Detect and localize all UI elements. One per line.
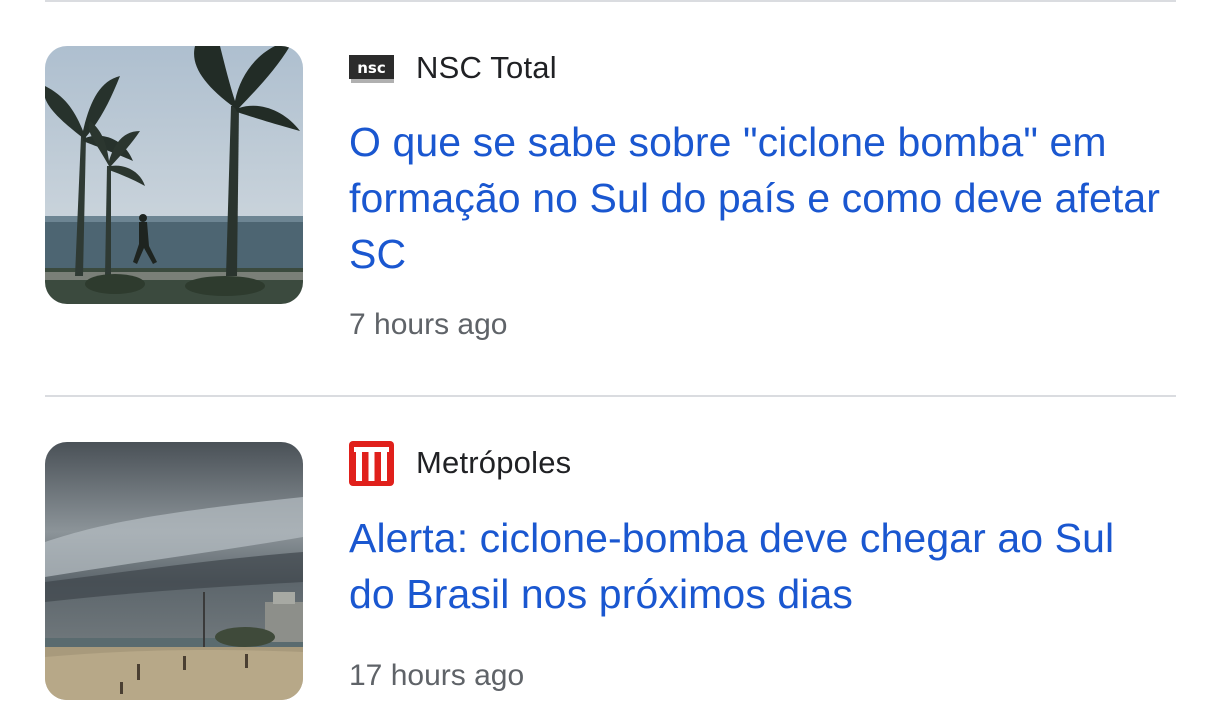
nsc-logo-icon: nsc — [349, 54, 394, 83]
metropoles-logo-icon — [349, 440, 394, 486]
source-row[interactable]: Metrópoles — [349, 440, 572, 486]
palm-trees-seaside-image — [45, 46, 303, 304]
article-timestamp: 7 hours ago — [349, 308, 508, 341]
source-row[interactable]: nsc NSC Total — [349, 46, 557, 90]
nsc-logo-text: nsc — [357, 59, 386, 77]
article-headline[interactable]: O que se sabe sobre "ciclone bomba" em f… — [349, 114, 1169, 282]
news-feed: nsc NSC Total O que se sabe sobre "ciclo… — [0, 0, 1220, 726]
source-name: NSC Total — [416, 50, 557, 85]
article-thumbnail[interactable] — [45, 46, 303, 304]
article-thumbnail[interactable] — [45, 442, 303, 700]
stormy-beach-image — [45, 442, 303, 700]
source-name: Metrópoles — [416, 445, 572, 480]
news-card[interactable]: Metrópoles Alerta: ciclone-bomba deve ch… — [0, 397, 1220, 726]
news-card[interactable]: nsc NSC Total O que se sabe sobre "ciclo… — [0, 0, 1220, 395]
article-timestamp: 17 hours ago — [349, 659, 525, 692]
article-headline[interactable]: Alerta: ciclone-bomba deve chegar ao Sul… — [349, 510, 1169, 622]
